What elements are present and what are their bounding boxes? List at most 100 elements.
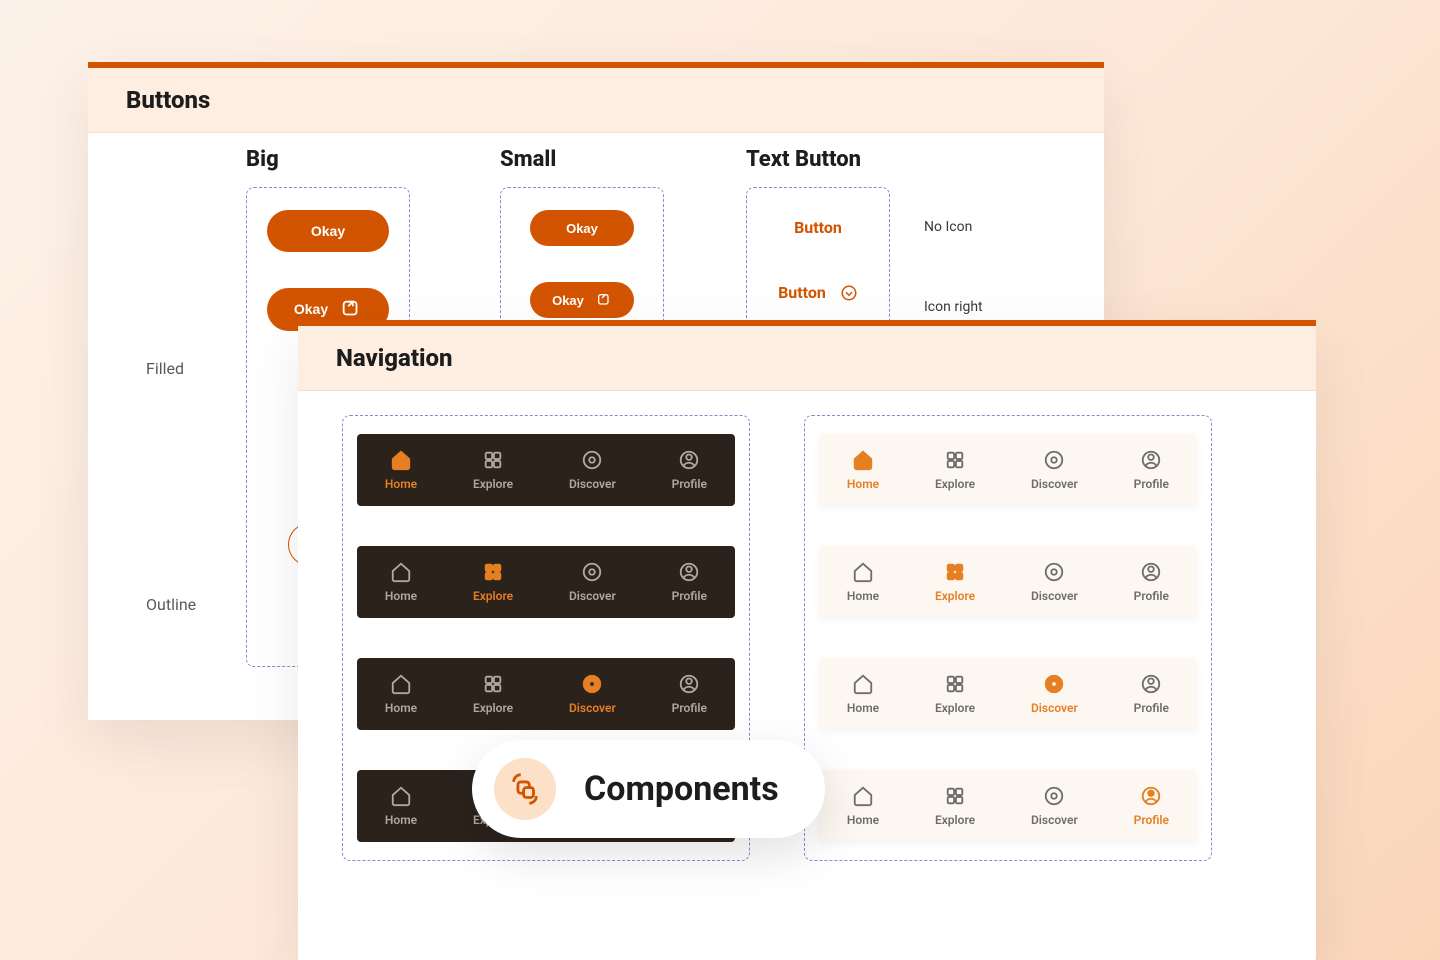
- home-icon: [852, 673, 874, 695]
- nav-item-discover[interactable]: Discover: [1031, 785, 1078, 827]
- nav-item-label: Explore: [935, 589, 975, 603]
- grid-icon: [482, 561, 504, 583]
- nav-item-label: Explore: [935, 813, 975, 827]
- nav-item-profile[interactable]: Profile: [672, 449, 707, 491]
- nav-item-label: Explore: [473, 589, 513, 603]
- nav-item-explore[interactable]: Explore: [473, 673, 513, 715]
- row-label-filled: Filled: [146, 359, 184, 378]
- nav-item-label: Profile: [672, 701, 707, 715]
- nav-item-discover[interactable]: Discover: [569, 561, 616, 603]
- grid-icon: [944, 449, 966, 471]
- chevron-down-circle-icon: [840, 284, 858, 302]
- navbar-light: Home Explore Discover Profile: [819, 770, 1197, 842]
- nav-item-label: Explore: [935, 477, 975, 491]
- text-button-plain[interactable]: Button: [794, 218, 842, 237]
- nav-item-explore[interactable]: Explore: [473, 449, 513, 491]
- profile-icon: [678, 449, 700, 471]
- compass-icon: [1043, 673, 1065, 695]
- navbar-light: Home Explore Discover Profile: [819, 658, 1197, 730]
- nav-item-label: Discover: [1031, 589, 1078, 603]
- nav-item-home[interactable]: Home: [385, 673, 417, 715]
- nav-item-profile[interactable]: Profile: [1134, 673, 1169, 715]
- col-title-small: Small: [500, 147, 556, 172]
- profile-icon: [1140, 561, 1162, 583]
- nav-item-label: Home: [847, 701, 879, 715]
- home-icon: [390, 785, 412, 807]
- nav-item-label: Profile: [1134, 589, 1169, 603]
- nav-item-discover[interactable]: Discover: [569, 449, 616, 491]
- nav-item-discover[interactable]: Discover: [1031, 673, 1078, 715]
- nav-item-profile[interactable]: Profile: [1134, 449, 1169, 491]
- export-icon: [596, 292, 612, 308]
- nav-item-explore[interactable]: Explore: [935, 785, 975, 827]
- nav-item-explore[interactable]: Explore: [473, 561, 513, 603]
- nav-item-label: Discover: [1031, 813, 1078, 827]
- nav-item-label: Explore: [473, 701, 513, 715]
- profile-icon: [1140, 673, 1162, 695]
- nav-item-profile[interactable]: Profile: [672, 561, 707, 603]
- nav-item-home[interactable]: Home: [847, 673, 879, 715]
- home-icon: [390, 449, 412, 471]
- compass-icon: [581, 673, 603, 695]
- nav-item-label: Home: [385, 477, 417, 491]
- navbar-dark: Home Explore Discover Profile: [357, 546, 735, 618]
- nav-item-home[interactable]: Home: [385, 561, 417, 603]
- nav-item-label: Profile: [672, 589, 707, 603]
- components-pill[interactable]: Components: [472, 740, 825, 838]
- nav-item-home[interactable]: Home: [847, 561, 879, 603]
- nav-item-home[interactable]: Home: [385, 785, 417, 827]
- navigation-panel: Navigation HomeExploreDiscoverProfileHom…: [298, 320, 1316, 960]
- navbar-light: Home Explore Discover Profile: [819, 434, 1197, 506]
- col-title-big: Big: [246, 147, 279, 172]
- nav-item-explore[interactable]: Explore: [935, 673, 975, 715]
- compass-icon: [1043, 785, 1065, 807]
- nav-item-profile[interactable]: Profile: [1134, 785, 1169, 827]
- nav-item-label: Home: [847, 589, 879, 603]
- home-icon: [852, 449, 874, 471]
- nav-item-home[interactable]: Home: [847, 449, 879, 491]
- nav-item-label: Discover: [569, 701, 616, 715]
- components-icon: [508, 772, 542, 806]
- export-icon: [340, 298, 362, 320]
- grid-icon: [944, 785, 966, 807]
- nav-item-label: Discover: [569, 477, 616, 491]
- nav-item-label: Profile: [1134, 813, 1169, 827]
- big-filled-button[interactable]: Okay: [267, 210, 389, 252]
- buttons-panel-title: Buttons: [88, 68, 1104, 133]
- nav-item-discover[interactable]: Discover: [1031, 561, 1078, 603]
- profile-icon: [678, 561, 700, 583]
- nav-item-discover[interactable]: Discover: [569, 673, 616, 715]
- compass-icon: [1043, 449, 1065, 471]
- navbar-light: Home Explore Discover Profile: [819, 546, 1197, 618]
- col-title-text: Text Button: [746, 147, 861, 172]
- compass-icon: [581, 561, 603, 583]
- nav-item-label: Home: [385, 589, 417, 603]
- small-filled-icon-button[interactable]: Okay: [530, 282, 634, 318]
- nav-item-explore[interactable]: Explore: [935, 449, 975, 491]
- navbar-dark: Home Explore Discover Profile: [357, 434, 735, 506]
- home-icon: [390, 673, 412, 695]
- nav-light-group: Home Explore Discover Profile Home Explore Dis…: [804, 415, 1212, 861]
- nav-item-explore[interactable]: Explore: [935, 561, 975, 603]
- profile-icon: [1140, 785, 1162, 807]
- nav-item-label: Profile: [1134, 701, 1169, 715]
- nav-item-discover[interactable]: Discover: [1031, 449, 1078, 491]
- nav-item-label: Discover: [569, 589, 616, 603]
- grid-icon: [944, 673, 966, 695]
- compass-icon: [1043, 561, 1065, 583]
- nav-item-label: Profile: [1134, 477, 1169, 491]
- grid-icon: [482, 449, 504, 471]
- profile-icon: [678, 673, 700, 695]
- nav-item-profile[interactable]: Profile: [1134, 561, 1169, 603]
- nav-item-label: Home: [385, 701, 417, 715]
- small-filled-button[interactable]: Okay: [530, 210, 634, 246]
- profile-icon: [1140, 449, 1162, 471]
- nav-item-profile[interactable]: Profile: [672, 673, 707, 715]
- nav-item-label: Explore: [473, 477, 513, 491]
- navigation-panel-title: Navigation: [298, 326, 1316, 391]
- nav-item-home[interactable]: Home: [847, 785, 879, 827]
- nav-item-home[interactable]: Home: [385, 449, 417, 491]
- row-label-outline: Outline: [146, 595, 196, 614]
- text-button-icon-right[interactable]: Button: [778, 283, 858, 302]
- nav-item-label: Explore: [935, 701, 975, 715]
